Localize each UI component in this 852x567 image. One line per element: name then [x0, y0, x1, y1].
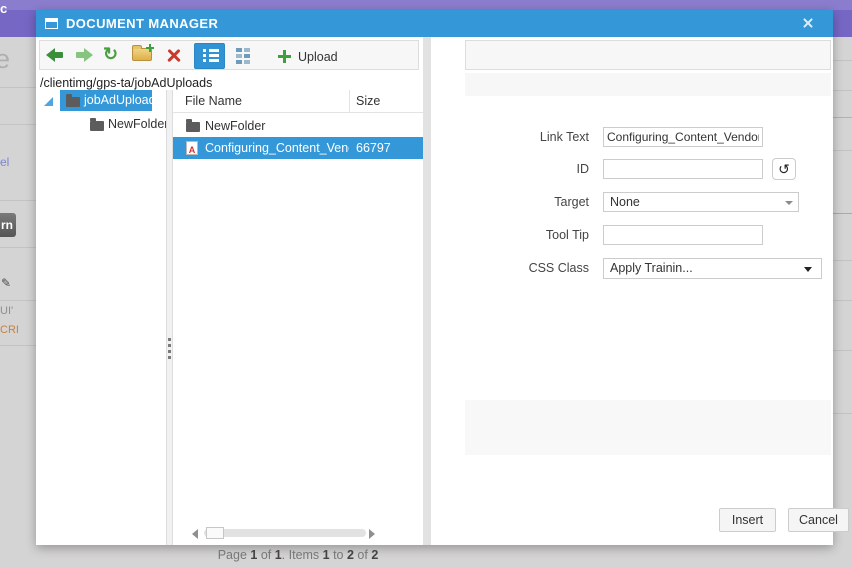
file-name: NewFolder	[205, 119, 266, 133]
tree-item-jobadupoads[interactable]: jobAdUploads	[36, 90, 166, 112]
background-button-fragment[interactable]: rn	[0, 213, 16, 237]
forward-icon[interactable]	[73, 48, 93, 62]
background-text-fragment-2: CRI	[0, 324, 19, 336]
properties-header-strip	[465, 73, 831, 96]
pencil-icon: ✎	[1, 276, 12, 290]
address-path: /clientimg/gps-ta/jobAdUploads	[40, 76, 213, 90]
background-nav-fragment: fic	[0, 1, 8, 16]
folder-tree: jobAdUploads NewFolder	[36, 90, 169, 545]
cancel-button[interactable]: Cancel	[788, 508, 849, 532]
id-label: ID	[576, 162, 590, 176]
column-divider	[349, 90, 350, 113]
background-divider	[0, 200, 36, 201]
tree-item-newfolder[interactable]: NewFolder	[36, 114, 169, 136]
background-divider	[0, 345, 36, 346]
background-divider	[833, 150, 852, 151]
back-icon[interactable]	[46, 48, 66, 62]
background-divider	[833, 300, 852, 301]
background-divider	[833, 90, 852, 91]
scroll-left-icon[interactable]	[192, 529, 198, 539]
id-refresh-button[interactable]: ↺	[772, 158, 796, 180]
chevron-down-icon	[804, 267, 812, 272]
list-view-icon[interactable]	[194, 43, 225, 69]
link-text-input[interactable]	[603, 127, 763, 147]
form-row-link-text: Link Text	[431, 127, 833, 151]
properties-toolbar-area	[465, 40, 831, 70]
pane-divider	[423, 37, 431, 545]
tool-tip-label: Tool Tip	[545, 228, 589, 242]
dialog-title: DOCUMENT MANAGER	[66, 16, 219, 31]
form-row-tool-tip: Tool Tip	[431, 225, 833, 249]
grid-view-icon[interactable]	[236, 48, 251, 64]
properties-pane: Link Text ID ↺ Target None Tool Tip CS	[431, 37, 849, 545]
delete-icon[interactable]	[166, 47, 182, 63]
scrollbar-track[interactable]	[204, 527, 366, 539]
horizontal-scrollbar[interactable]	[173, 526, 423, 540]
close-icon[interactable]	[801, 16, 816, 31]
background-divider	[833, 117, 852, 118]
css-class-selected-value: Apply Trainin...	[610, 261, 693, 275]
target-label: Target	[554, 195, 589, 209]
column-header-file-name[interactable]: File Name	[185, 94, 242, 108]
expand-arrow-icon[interactable]	[44, 97, 53, 106]
background-heading-fragment: re	[0, 44, 11, 74]
column-header-size[interactable]: Size	[356, 94, 380, 108]
css-class-label: CSS Class	[528, 261, 589, 275]
background-divider	[0, 124, 36, 125]
background-divider	[0, 87, 36, 88]
background-divider	[833, 60, 852, 61]
splitter-grip-icon[interactable]	[168, 338, 171, 362]
background-divider	[833, 260, 852, 261]
file-browser-toolbar: ↻ Upload	[39, 40, 419, 70]
scrollbar-thumb[interactable]	[206, 527, 224, 539]
file-browser-pane: ↻ Upload /clientimg/gps-ta/jobAdUploads	[36, 37, 423, 562]
background-text-fragment-1: UI'	[0, 305, 14, 317]
target-selected-value: None	[610, 195, 640, 209]
window-icon	[45, 18, 58, 29]
tool-tip-input[interactable]	[603, 225, 763, 245]
upload-plus-icon[interactable]	[278, 50, 291, 63]
file-row-newfolder[interactable]: NewFolder	[173, 115, 423, 137]
folder-icon	[90, 118, 104, 131]
scroll-right-icon[interactable]	[369, 529, 375, 539]
tree-item-label: NewFolder	[108, 117, 169, 131]
file-list-header: File Name Size	[173, 90, 423, 113]
id-input[interactable]	[603, 159, 763, 179]
file-size: 66797	[356, 141, 391, 155]
form-row-id: ID ↺	[431, 158, 833, 183]
background-divider	[833, 350, 852, 351]
folder-icon	[66, 94, 80, 107]
properties-footer-strip	[465, 400, 831, 455]
folder-icon	[186, 119, 200, 132]
file-name: Configuring_Content_Vendor	[205, 141, 349, 155]
pager-status: Page 1 of 1. Items 1 to 2 of 2	[217, 548, 379, 562]
chevron-down-icon	[785, 201, 793, 205]
screen: fic re el rn ✎ UI' CRI DOCUMENT MANAGER …	[0, 0, 852, 567]
background-divider	[0, 247, 36, 248]
file-row-selected-pdf[interactable]: A Configuring_Content_Vendor 66797	[173, 137, 423, 159]
insert-button[interactable]: Insert	[719, 508, 776, 532]
pane-splitter[interactable]	[166, 90, 173, 545]
background-divider	[0, 300, 36, 301]
tree-item-label: jobAdUploads	[84, 93, 162, 107]
pdf-file-icon: A	[186, 141, 198, 155]
refresh-icon[interactable]: ↻	[103, 43, 118, 65]
background-divider	[833, 213, 852, 214]
css-class-select[interactable]: Apply Trainin...	[603, 258, 822, 279]
dialog-titlebar[interactable]: DOCUMENT MANAGER	[36, 10, 833, 37]
target-select[interactable]: None	[603, 192, 799, 212]
background-link-fragment[interactable]: el	[0, 155, 9, 169]
link-text-label: Link Text	[539, 130, 589, 144]
form-row-css-class: CSS Class Apply Trainin...	[431, 258, 833, 282]
new-folder-icon[interactable]	[132, 44, 154, 61]
upload-button[interactable]: Upload	[298, 50, 338, 64]
document-manager-dialog: DOCUMENT MANAGER ↻ Upload /clientimg/gps…	[36, 10, 849, 562]
form-row-target: Target None	[431, 192, 833, 216]
background-divider	[833, 413, 852, 414]
file-list: File Name Size NewFolder A Configuring_C…	[173, 90, 423, 562]
